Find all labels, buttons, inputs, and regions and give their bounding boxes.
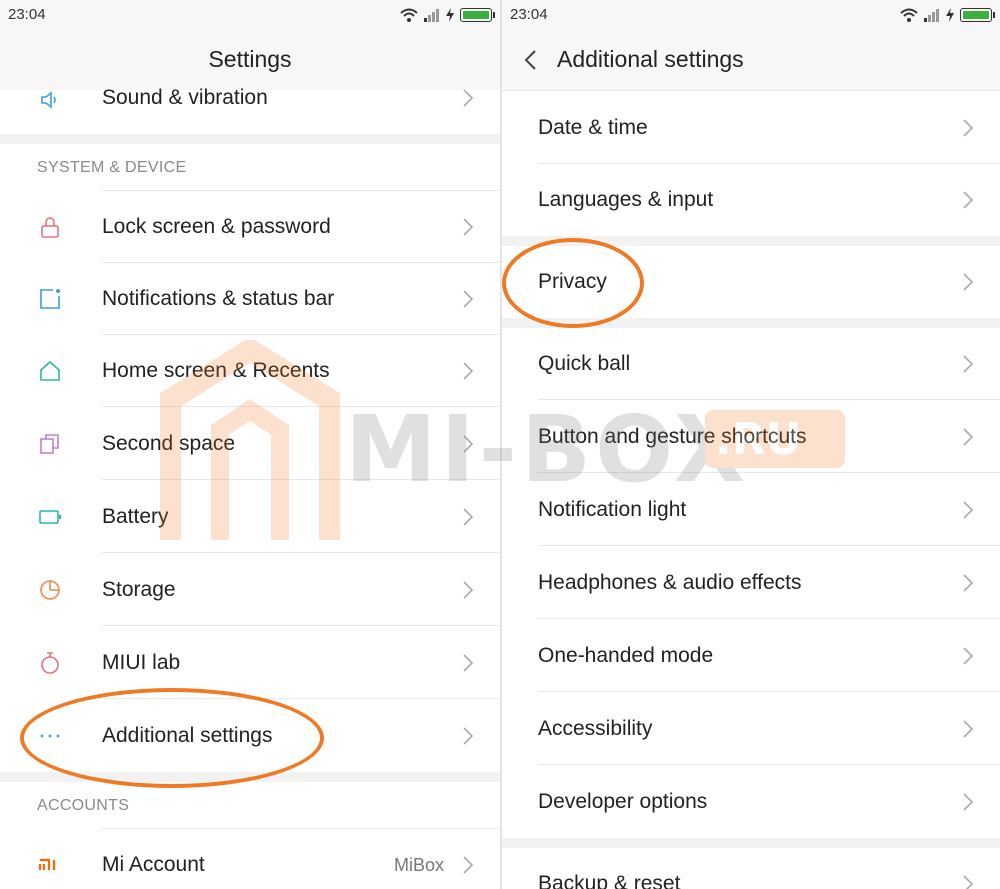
chevron-right-icon <box>463 654 474 672</box>
additional-settings-screen: 23:04 Additional settings Date & time La… <box>502 0 1000 889</box>
settings-item-backup-reset[interactable]: Backup & reset <box>502 848 1000 889</box>
chevron-right-icon <box>963 428 974 446</box>
settings-item-label: Quick ball <box>538 352 631 375</box>
settings-item-mi-account[interactable]: Mi Account MiBox <box>0 829 500 889</box>
highlight-circle <box>20 688 324 788</box>
battery-status-icon <box>460 8 495 22</box>
settings-item-label: Notification light <box>538 498 687 521</box>
settings-item-label: Headphones & audio effects <box>538 571 802 594</box>
settings-item-label: Sound & vibration <box>102 86 268 109</box>
chevron-right-icon <box>963 191 974 209</box>
back-arrow-icon[interactable] <box>520 48 542 72</box>
chevron-right-icon <box>463 508 474 526</box>
settings-item-one-handed[interactable]: One-handed mode <box>502 620 1000 692</box>
chevron-right-icon <box>963 793 974 811</box>
chevron-right-icon <box>463 435 474 453</box>
status-time: 23:04 <box>8 6 46 23</box>
chevron-right-icon <box>963 273 974 291</box>
chevron-right-icon <box>463 856 474 874</box>
notification-icon <box>40 289 60 309</box>
section-gap <box>0 134 500 144</box>
settings-item-label: Home screen & Recents <box>102 359 330 382</box>
lock-icon <box>41 217 59 238</box>
chevron-right-icon <box>463 727 474 745</box>
settings-item-quick-ball[interactable]: Quick ball <box>502 328 1000 400</box>
settings-item-notification-light[interactable]: Notification light <box>502 474 1000 546</box>
status-bar: 23:04 <box>502 0 1000 30</box>
settings-item-label: Battery <box>102 505 169 528</box>
chevron-right-icon <box>463 362 474 380</box>
settings-item-label: Notifications & status bar <box>102 287 335 310</box>
settings-item-home-screen[interactable]: Home screen & Recents <box>0 335 500 407</box>
settings-item-developer-options[interactable]: Developer options <box>502 766 1000 838</box>
settings-item-label: Mi Account <box>102 853 205 876</box>
settings-item-label: Accessibility <box>538 717 653 740</box>
lab-flask-icon <box>41 652 59 674</box>
chevron-right-icon <box>463 290 474 308</box>
settings-item-headphones[interactable]: Headphones & audio effects <box>502 547 1000 619</box>
settings-item-gesture-shortcuts[interactable]: Button and gesture shortcuts <box>502 401 1000 473</box>
settings-item-label: MIUI lab <box>102 651 181 674</box>
title-bar: Settings <box>0 30 500 91</box>
chevron-right-icon <box>963 647 974 665</box>
status-time: 23:04 <box>510 6 548 23</box>
wifi-icon <box>400 8 418 22</box>
settings-item-label: Lock screen & password <box>102 215 331 238</box>
settings-item-miui-lab[interactable]: MIUI lab <box>0 627 500 699</box>
settings-item-battery[interactable]: Battery <box>0 481 500 553</box>
chevron-right-icon <box>963 119 974 137</box>
settings-item-storage[interactable]: Storage <box>0 554 500 626</box>
settings-item-label: Languages & input <box>538 188 714 211</box>
section-gap <box>502 838 1000 848</box>
home-icon <box>40 360 60 381</box>
settings-item-notifications[interactable]: Notifications & status bar <box>0 263 500 335</box>
settings-item-second-space[interactable]: Second space <box>0 408 500 480</box>
settings-item-sound[interactable]: Sound & vibration <box>0 86 500 134</box>
chevron-right-icon <box>963 355 974 373</box>
settings-item-label: Date & time <box>538 116 648 139</box>
chevron-right-icon <box>463 581 474 599</box>
settings-item-label: One-handed mode <box>538 644 714 667</box>
charging-icon <box>946 8 954 22</box>
charging-icon <box>446 8 454 22</box>
settings-item-languages[interactable]: Languages & input <box>502 164 1000 236</box>
settings-screen: 23:04 Settings Sound & vibration SYSTEM … <box>0 0 500 889</box>
section-title: SYSTEM & DEVICE <box>37 159 187 176</box>
wifi-icon <box>900 8 918 22</box>
title-bar: Additional settings <box>502 30 1000 91</box>
second-space-icon <box>40 434 59 454</box>
page-title: Additional settings <box>557 46 744 72</box>
chevron-right-icon <box>963 501 974 519</box>
settings-item-label: Developer options <box>538 790 708 813</box>
page-title: Settings <box>208 46 292 72</box>
settings-item-label: Second space <box>102 432 236 455</box>
mi-logo-icon <box>38 858 56 870</box>
section-header-system: SYSTEM & DEVICE <box>0 144 500 190</box>
chevron-right-icon <box>963 574 974 592</box>
highlight-circle <box>502 238 644 328</box>
settings-item-lock-screen[interactable]: Lock screen & password <box>0 191 500 263</box>
account-value: MiBox <box>393 855 444 875</box>
battery-icon <box>39 510 61 524</box>
status-bar: 23:04 <box>0 0 500 30</box>
chevron-right-icon <box>463 89 474 107</box>
settings-item-date-time[interactable]: Date & time <box>502 92 1000 164</box>
storage-icon <box>40 580 60 600</box>
settings-item-label: Storage <box>102 578 176 601</box>
speaker-icon <box>41 91 56 109</box>
settings-item-label: Backup & reset <box>538 872 681 889</box>
chevron-right-icon <box>463 218 474 236</box>
section-title: ACCOUNTS <box>37 797 130 814</box>
section-header-accounts: ACCOUNTS <box>0 782 500 828</box>
battery-status-icon <box>960 8 995 22</box>
signal-icon <box>924 9 939 22</box>
settings-item-accessibility[interactable]: Accessibility <box>502 693 1000 765</box>
signal-icon <box>424 9 439 22</box>
settings-item-label: Button and gesture shortcuts <box>538 425 807 448</box>
chevron-right-icon <box>963 720 974 738</box>
chevron-right-icon <box>963 875 974 889</box>
